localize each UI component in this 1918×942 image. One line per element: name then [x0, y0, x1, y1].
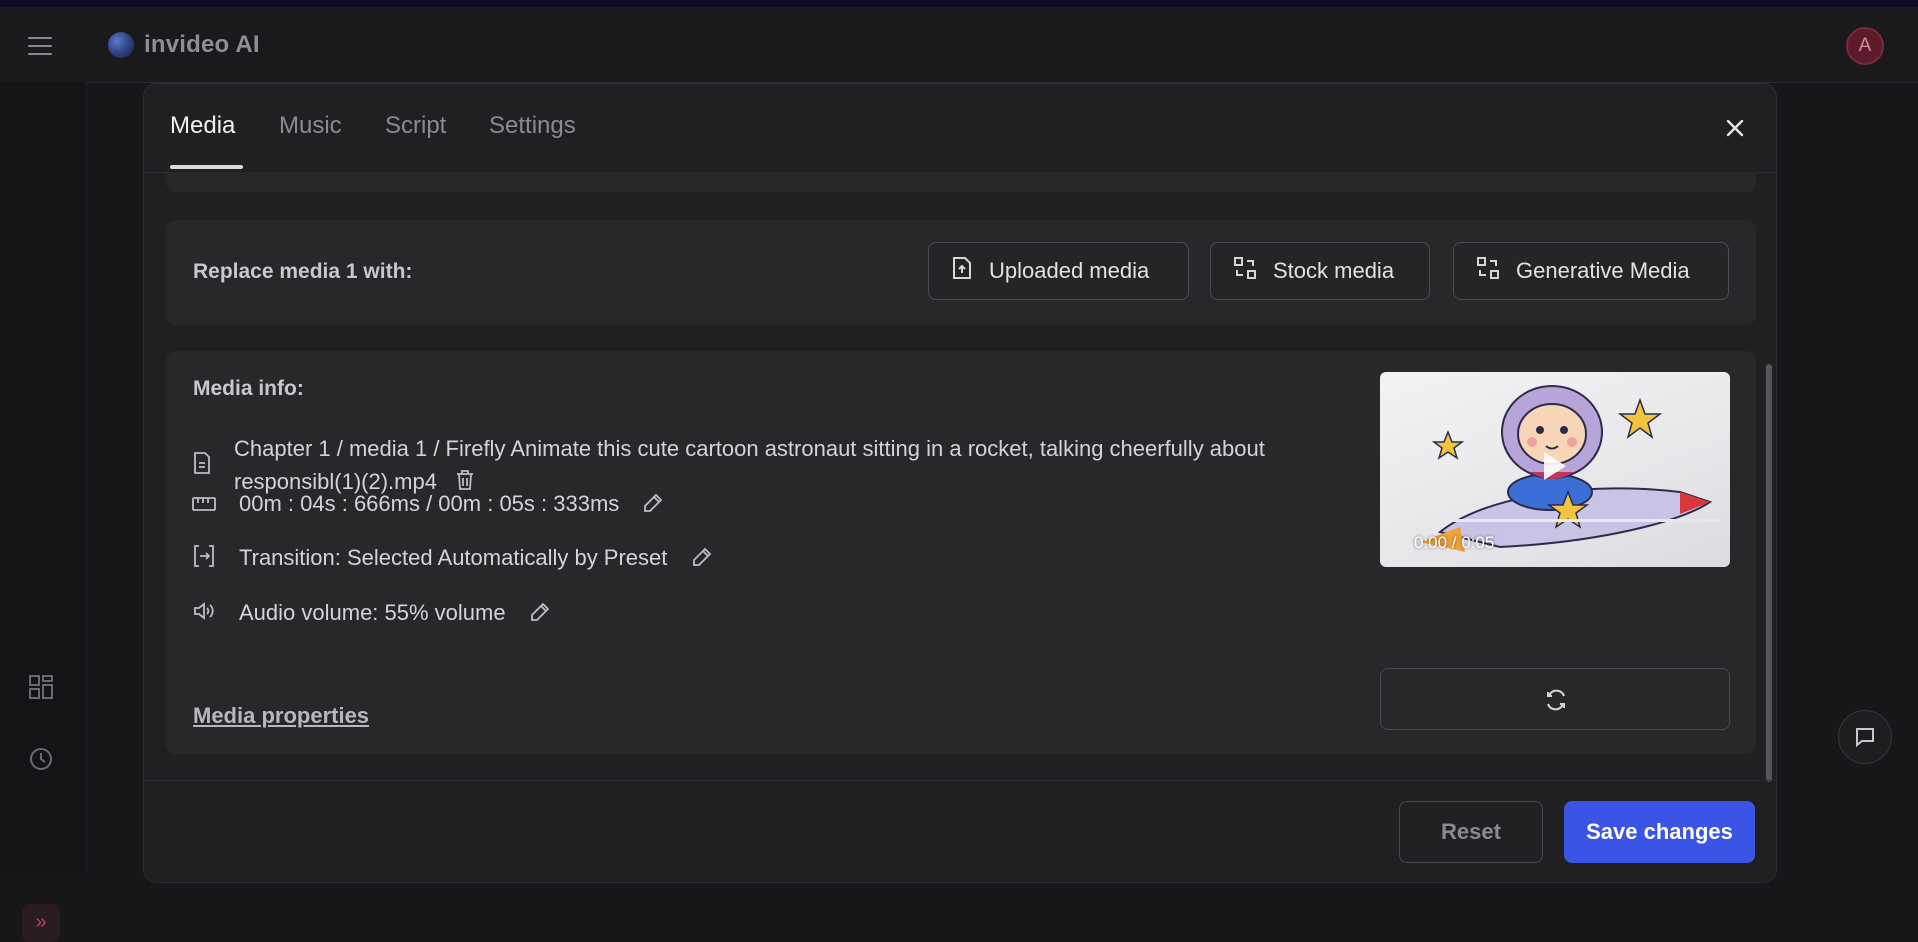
- stock-media-button[interactable]: Stock media: [1210, 242, 1430, 300]
- play-icon[interactable]: [1544, 452, 1566, 480]
- modal-scrollbar[interactable]: [1766, 364, 1772, 782]
- menu-icon[interactable]: [28, 37, 56, 59]
- chat-icon[interactable]: [1838, 710, 1892, 764]
- app-logo[interactable]: invideo AI: [108, 31, 260, 59]
- duration-row: 00m : 04s : 666ms / 00m : 05s : 333ms: [239, 487, 663, 522]
- tab-music[interactable]: Music: [279, 112, 342, 140]
- avatar[interactable]: A: [1846, 27, 1884, 65]
- pencil-icon[interactable]: [692, 543, 712, 576]
- volume-icon: [192, 599, 216, 623]
- uploaded-media-label: Uploaded media: [989, 258, 1150, 283]
- volume-text: Audio volume: 55% volume: [239, 600, 506, 625]
- media-file-line-1: Chapter 1 / media 1 / Firefly Animate th…: [234, 436, 1265, 461]
- ruler-icon: [192, 497, 216, 521]
- generative-media-button[interactable]: Generative Media: [1453, 242, 1729, 300]
- logo-mark: [108, 32, 134, 58]
- edit-media-modal: Media Music Script Settings Replace medi…: [143, 83, 1777, 883]
- refresh-button[interactable]: [1380, 668, 1730, 730]
- media-info-title: Media info:: [193, 377, 304, 400]
- app-name: invideo AI: [144, 31, 260, 58]
- pencil-icon[interactable]: [530, 598, 550, 631]
- tab-settings[interactable]: Settings: [489, 112, 576, 140]
- previous-section-card: [166, 172, 1756, 192]
- uploaded-media-button[interactable]: Uploaded media: [928, 242, 1189, 300]
- swap-icon: [1233, 256, 1257, 286]
- reset-button[interactable]: Reset: [1399, 801, 1543, 863]
- media-properties-link[interactable]: Media properties: [193, 703, 369, 729]
- transition-row: Transition: Selected Automatically by Pr…: [239, 541, 712, 576]
- volume-row: Audio volume: 55% volume: [239, 596, 550, 631]
- tab-media[interactable]: Media: [170, 112, 235, 140]
- tab-script[interactable]: Script: [385, 112, 446, 140]
- video-time: 0:00 / 0:05: [1414, 533, 1495, 552]
- chevrons-right-icon[interactable]: »: [22, 904, 60, 942]
- generative-media-label: Generative Media: [1516, 258, 1690, 283]
- swap-icon: [1476, 256, 1500, 286]
- close-icon[interactable]: [1721, 114, 1749, 142]
- history-icon[interactable]: [28, 746, 56, 774]
- stock-media-label: Stock media: [1273, 258, 1395, 283]
- media-info-card: Media info: Chapter 1 / media 1 / Firefl…: [166, 351, 1756, 754]
- active-tab-indicator: [170, 165, 243, 169]
- video-preview[interactable]: 0:00 / 0:05: [1380, 372, 1730, 567]
- transition-icon: [192, 544, 216, 568]
- document-icon: [192, 451, 216, 475]
- top-strip: [0, 0, 1918, 7]
- replace-media-label: Replace media 1 with:: [193, 260, 413, 283]
- pencil-icon[interactable]: [643, 489, 663, 522]
- sidebar: »: [0, 82, 87, 942]
- save-changes-button[interactable]: Save changes: [1564, 801, 1755, 863]
- transition-text: Transition: Selected Automatically by Pr…: [239, 545, 668, 570]
- duration-text: 00m : 04s : 666ms / 00m : 05s : 333ms: [239, 491, 620, 516]
- modal-footer: Reset Save changes: [144, 780, 1776, 882]
- upload-file-icon: [951, 256, 973, 286]
- app-header: invideo AI A: [0, 7, 1918, 83]
- video-progress-bar[interactable]: [1390, 519, 1720, 522]
- refresh-icon: [1547, 689, 1565, 711]
- replace-media-card: Replace media 1 with: Uploaded media Sto…: [166, 220, 1756, 325]
- grid-icon[interactable]: [28, 674, 56, 702]
- tab-bar: Media Music Script Settings: [144, 84, 1776, 173]
